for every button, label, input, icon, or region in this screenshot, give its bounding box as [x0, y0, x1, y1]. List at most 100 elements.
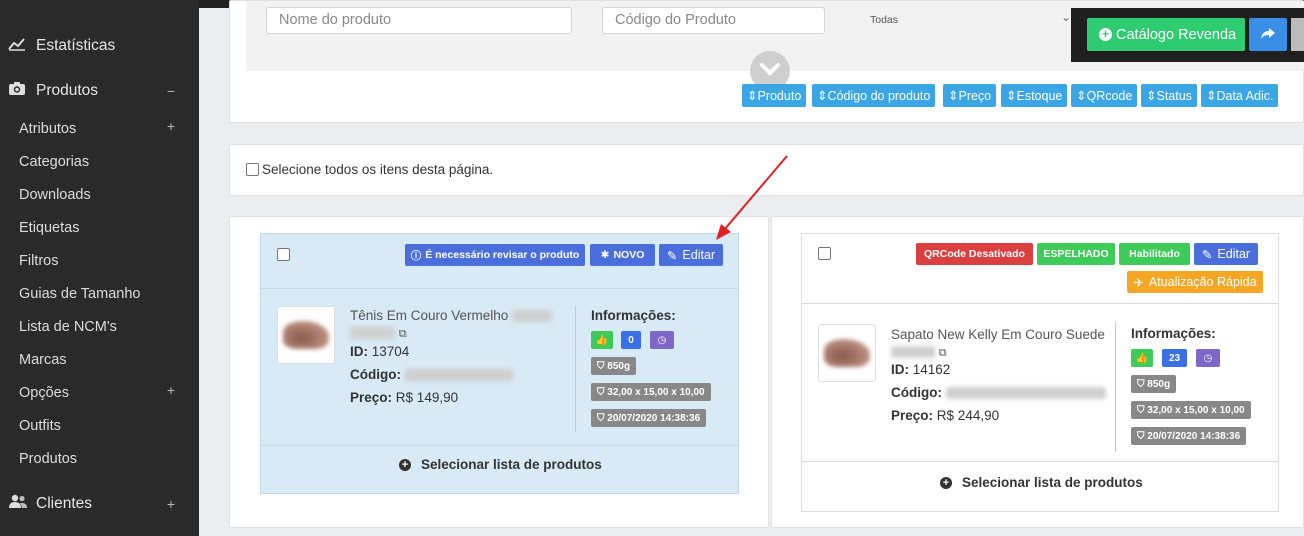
sidebar-item-atributos[interactable]: Atributos + — [0, 118, 199, 138]
redacted-text — [350, 327, 395, 340]
select-all-row: Selecione todos os itens desta página. — [246, 162, 493, 177]
expand-toggle[interactable]: + — [167, 118, 175, 134]
tag-icon: ⛉ — [1137, 430, 1145, 442]
sidebar-item-produtos-list[interactable]: Produtos — [0, 450, 199, 468]
sidebar-item-label: Atributos — [19, 121, 77, 137]
select-product-list-button[interactable]: + Selecionar lista de produtos — [940, 475, 1143, 490]
product-code-input[interactable]: Código do Produto — [602, 7, 825, 34]
sort-data-button[interactable]: ⇕Data Adic. — [1201, 84, 1279, 107]
price-label: Preço: — [891, 408, 934, 423]
product-thumbnail[interactable] — [818, 324, 876, 382]
product-checkbox[interactable] — [277, 248, 290, 261]
product-card[interactable]: QRCode Desativado ESPELHADO Habilitado ✎… — [801, 233, 1279, 512]
sidebar-item-outfits[interactable]: Outfits — [0, 417, 199, 435]
sidebar-item-etiquetas[interactable]: Etiquetas — [0, 219, 199, 237]
new-badge: ✱ NOVO — [590, 244, 655, 266]
users-icon — [8, 494, 28, 514]
sidebar-item-opcoes[interactable]: Opções + — [0, 382, 199, 402]
expand-toggle[interactable]: + — [167, 382, 175, 398]
sidebar-item-label: Guias de Tamanho — [19, 286, 141, 302]
external-link-icon[interactable]: ⧉ — [939, 347, 947, 359]
pencil-icon: ✎ — [666, 248, 678, 263]
sidebar-item-filtros[interactable]: Filtros — [0, 252, 199, 270]
plus-circle-icon: + — [1099, 28, 1112, 41]
sort-label: Estoque — [1016, 89, 1063, 103]
asterisk-icon: ✱ — [600, 249, 610, 261]
sort-status-button[interactable]: ⇕Status — [1141, 84, 1197, 107]
redacted-text — [891, 346, 935, 359]
product-price-row: Preço: R$ 244,90 — [891, 408, 999, 423]
collapse-toggle[interactable]: − — [167, 83, 175, 99]
button-label: Selecionar lista de produtos — [421, 457, 602, 472]
sidebar-item-lista-de-ncms[interactable]: Lista de NCM's — [0, 318, 199, 336]
product-id: 13704 — [371, 344, 410, 359]
mirrored-badge: ESPELHADO — [1037, 243, 1115, 265]
sidebar-item-categorias[interactable]: Categorias — [0, 153, 199, 171]
external-link-icon[interactable]: ⧉ — [399, 328, 407, 340]
share-button[interactable] — [1249, 18, 1287, 51]
sort-label: Código do produto — [827, 89, 931, 103]
select-all-checkbox[interactable] — [246, 163, 259, 176]
info-title: Informações: — [591, 308, 676, 323]
quick-update-button[interactable]: ✈ Atualização Rápida — [1127, 271, 1263, 293]
sidebar-item-label: Categorias — [19, 154, 90, 170]
sort-estoque-button[interactable]: ⇕Estoque — [1001, 84, 1068, 107]
clock-icon: ◷ — [650, 331, 674, 349]
button-label: Editar — [1217, 247, 1251, 261]
more-button[interactable] — [1291, 18, 1304, 51]
plane-icon: ✈ — [1133, 275, 1144, 290]
chevron-down-icon: ⌄ — [1061, 10, 1072, 24]
button-label: Editar — [682, 248, 716, 262]
product-id-row: ID: 13704 — [350, 344, 409, 359]
sort-produto-button[interactable]: ⇕Produto — [742, 84, 807, 107]
weight-badge: ⛉ 850g — [591, 357, 637, 375]
product-price: R$ 149,90 — [395, 390, 459, 405]
product-name-link[interactable]: Sapato New Kelly Em Couro Suede ⧉ — [891, 326, 1106, 362]
plus-circle-icon: + — [399, 458, 411, 471]
badge-label: 850g — [607, 360, 631, 372]
select-all-label: Selecione todos os itens desta página. — [262, 162, 494, 177]
sort-codigo-button[interactable]: ⇕Código do produto — [812, 84, 936, 107]
redacted-text — [512, 310, 553, 323]
enabled-badge: Habilitado — [1119, 243, 1190, 265]
thumbs-up-icon: 👍 — [591, 331, 613, 349]
catalog-revenda-button[interactable]: + Catálogo Revenda — [1087, 18, 1245, 51]
divider — [575, 306, 576, 432]
status-select[interactable]: Todas — [870, 14, 898, 26]
sidebar-item-produtos[interactable]: Produtos − — [0, 81, 199, 101]
product-card-highlighted[interactable]: ⓘ É necessário revisar o produto ✱ NOVO ✎ E… — [260, 233, 739, 494]
redacted-text — [404, 369, 513, 382]
sort-label: Preço — [958, 89, 992, 103]
product-id-row: ID: 14162 — [891, 362, 950, 377]
share-icon — [1260, 25, 1276, 45]
sort-qrcode-button[interactable]: ⇕QRcode — [1071, 84, 1138, 107]
product-thumbnail[interactable] — [277, 306, 335, 364]
annotation-arrow-icon — [716, 155, 788, 240]
dimensions-badge: ⛉ 32,00 x 15,00 x 10,00 — [591, 383, 711, 401]
product-name: Sapato New Kelly Em Couro Suede — [891, 327, 1105, 342]
sidebar-item-guias-de-tamanho[interactable]: Guias de Tamanho — [0, 285, 199, 303]
divider — [261, 288, 738, 289]
product-name-link[interactable]: Tênis Em Couro Vermelho ⧉ — [350, 307, 560, 343]
product-name-input[interactable]: Nome do produto — [266, 7, 572, 34]
info-circle-icon: ⓘ — [410, 249, 422, 262]
qrcode-disabled-badge: QRCode Desativado — [916, 243, 1033, 265]
sort-label: Data Adic. — [1216, 89, 1274, 103]
dimensions-badge: ⛉ 32,00 x 15,00 x 10,00 — [1131, 401, 1251, 419]
sort-label: Produto — [757, 89, 802, 103]
thumbs-up-icon: 👍 — [1131, 349, 1153, 367]
sidebar-item-estatisticas[interactable]: Estatísticas — [0, 36, 199, 56]
sidebar-item-marcas[interactable]: Marcas — [0, 351, 199, 369]
expand-toggle[interactable]: + — [167, 496, 175, 512]
sidebar-item-clientes[interactable]: Clientes + — [0, 494, 199, 514]
edit-button[interactable]: ✎ Editar — [1194, 243, 1258, 265]
select-product-list-button[interactable]: + Selecionar lista de produtos — [399, 457, 602, 472]
sort-label: QRcode — [1086, 89, 1133, 103]
sidebar-item-label: Marcas — [19, 352, 67, 368]
divider — [1115, 322, 1116, 452]
weight-badge: ⛉ 850g — [1131, 375, 1177, 393]
product-name: Tênis Em Couro Vermelho — [350, 308, 509, 323]
product-checkbox[interactable] — [818, 247, 831, 260]
sort-preco-button[interactable]: ⇕Preço — [943, 84, 997, 107]
sidebar-item-downloads[interactable]: Downloads — [0, 186, 199, 204]
